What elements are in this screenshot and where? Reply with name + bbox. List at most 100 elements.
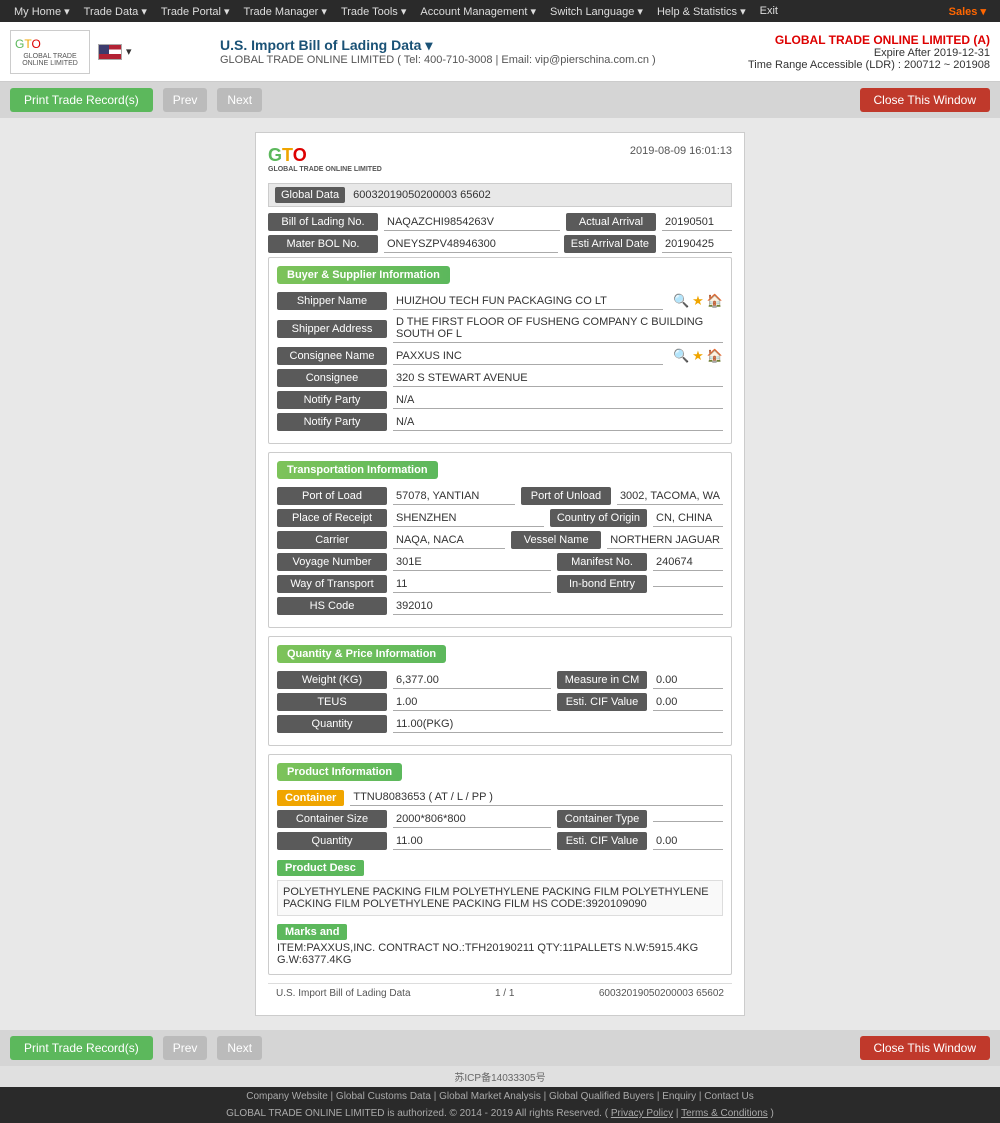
bottom-toolbar: Print Trade Record(s) Prev Next Close Th… <box>0 1030 1000 1066</box>
nav-myhome[interactable]: My Home ▾ <box>8 3 76 20</box>
in-bond-label: In-bond Entry <box>557 575 647 593</box>
consignee-label: Consignee <box>277 369 387 387</box>
shipper-home-icon[interactable]: 🏠 <box>707 293 723 309</box>
product-esti-cif-label: Esti. CIF Value <box>557 832 647 850</box>
close-button-bottom[interactable]: Close This Window <box>860 1036 990 1060</box>
footer-link-contact[interactable]: Contact Us <box>704 1091 753 1102</box>
footer-link-enquiry[interactable]: Enquiry <box>662 1091 696 1102</box>
header-contact: GLOBAL TRADE ONLINE LIMITED ( Tel: 400-7… <box>220 54 748 66</box>
consignee-home-icon[interactable]: 🏠 <box>707 348 723 364</box>
hs-code-label: HS Code <box>277 597 387 615</box>
privacy-link[interactable]: Privacy Policy <box>611 1108 673 1119</box>
prev-button-bottom[interactable]: Prev <box>163 1036 208 1060</box>
consignee-name-row: Consignee Name PAXXUS INC 🔍 ★ 🏠 <box>277 347 723 365</box>
bol-value: NAQAZCHI9854263V <box>384 214 560 231</box>
logo-subtitle: GLOBAL TRADE ONLINE LIMITED <box>15 53 85 67</box>
nav-language[interactable]: Switch Language ▾ <box>544 3 649 20</box>
footer-link-company[interactable]: Company Website <box>246 1091 328 1102</box>
product-title: Product Information <box>277 763 402 781</box>
master-bol-label: Mater BOL No. <box>268 235 378 253</box>
marks-value: ITEM:PAXXUS,INC. CONTRACT NO.:TFH2019021… <box>277 942 723 966</box>
manifest-label: Manifest No. <box>557 553 647 571</box>
vessel-name-label: Vessel Name <box>511 531 601 549</box>
notify-party-1-value: N/A <box>393 392 723 409</box>
top-navigation: My Home ▾ Trade Data ▾ Trade Portal ▾ Tr… <box>0 0 1000 22</box>
print-record-button-top[interactable]: Print Trade Record(s) <box>10 88 153 112</box>
close-button-top[interactable]: Close This Window <box>860 88 990 112</box>
logo-g: G <box>15 37 24 51</box>
shipper-search-icon[interactable]: 🔍 <box>673 293 689 309</box>
vessel-name-value: NORTHERN JAGUAR <box>607 532 723 549</box>
nav-help[interactable]: Help & Statistics ▾ <box>651 3 752 20</box>
footer-link-buyers[interactable]: Global Qualified Buyers <box>549 1091 654 1102</box>
expire-date: Expire After 2019-12-31 <box>748 47 990 59</box>
icp-text: 苏ICP备14033305号 <box>454 1073 545 1084</box>
weight-label: Weight (KG) <box>277 671 387 689</box>
measure-value: 0.00 <box>653 672 723 689</box>
footer-link-customs[interactable]: Global Customs Data <box>336 1091 431 1102</box>
logo-o: O <box>31 37 40 51</box>
carrier-row: Carrier NAQA, NACA Vessel Name NORTHERN … <box>277 531 723 549</box>
teus-row: TEUS 1.00 Esti. CIF Value 0.00 <box>277 693 723 711</box>
way-transport-label: Way of Transport <box>277 575 387 593</box>
product-esti-cif-value: 0.00 <box>653 833 723 850</box>
flag-dropdown[interactable]: ▾ <box>126 45 132 58</box>
prev-button-top[interactable]: Prev <box>163 88 208 112</box>
logo-box: GTO GLOBAL TRADE ONLINE LIMITED <box>10 30 90 74</box>
next-button-top[interactable]: Next <box>217 88 262 112</box>
record-footer: U.S. Import Bill of Lading Data 1 / 1 60… <box>268 983 732 1003</box>
consignee-row: Consignee 320 S STEWART AVENUE <box>277 369 723 387</box>
shipper-address-value: D THE FIRST FLOOR OF FUSHENG COMPANY C B… <box>393 314 723 343</box>
transportation-section: Transportation Information Port of Load … <box>268 452 732 628</box>
container-value: TTNU8083653 ( AT / L / PP ) <box>350 789 723 806</box>
container-size-value: 2000*806*800 <box>393 811 551 828</box>
hs-code-value: 392010 <box>393 598 723 615</box>
nav-sales[interactable]: Sales ▾ <box>943 4 992 20</box>
nav-trademanager[interactable]: Trade Manager ▾ <box>238 3 333 20</box>
header-info: U.S. Import Bill of Lading Data ▾ GLOBAL… <box>210 37 748 66</box>
port-load-row: Port of Load 57078, YANTIAN Port of Unlo… <box>277 487 723 505</box>
shipper-icons: 🔍 ★ 🏠 <box>673 293 723 309</box>
print-record-button-bottom[interactable]: Print Trade Record(s) <box>10 1036 153 1060</box>
port-load-label: Port of Load <box>277 487 387 505</box>
country-origin-label: Country of Origin <box>550 509 647 527</box>
next-button-bottom[interactable]: Next <box>217 1036 262 1060</box>
voyage-value: 301E <box>393 554 551 571</box>
voyage-label: Voyage Number <box>277 553 387 571</box>
way-transport-value: 11 <box>393 576 551 593</box>
product-desc-value: POLYETHYLENE PACKING FILM POLYETHYLENE P… <box>277 880 723 916</box>
esti-arrival-label: Esti Arrival Date <box>564 235 656 253</box>
record-footer-right: 60032019050200003 65602 <box>599 988 724 999</box>
nav-accountmgmt[interactable]: Account Management ▾ <box>414 3 542 20</box>
transportation-title: Transportation Information <box>277 461 438 479</box>
top-toolbar: Print Trade Record(s) Prev Next Close Th… <box>0 82 1000 118</box>
quantity-price-section: Quantity & Price Information Weight (KG)… <box>268 636 732 746</box>
place-receipt-label: Place of Receipt <box>277 509 387 527</box>
container-row: Container TTNU8083653 ( AT / L / PP ) <box>277 789 723 806</box>
hs-code-row: HS Code 392010 <box>277 597 723 615</box>
terms-link[interactable]: Terms & Conditions <box>681 1108 768 1119</box>
consignee-search-icon[interactable]: 🔍 <box>673 348 689 364</box>
notify-party-2-row: Notify Party N/A <box>277 413 723 431</box>
nav-tradetools[interactable]: Trade Tools ▾ <box>335 3 412 20</box>
master-bol-value: ONEYSZPV48946300 <box>384 236 558 253</box>
card-datetime: 2019-08-09 16:01:13 <box>630 145 732 157</box>
buyer-supplier-section: Buyer & Supplier Information Shipper Nam… <box>268 257 732 444</box>
product-qty-row: Quantity 11.00 Esti. CIF Value 0.00 <box>277 832 723 850</box>
shipper-star-icon[interactable]: ★ <box>692 293 704 309</box>
port-load-value: 57078, YANTIAN <box>393 488 515 505</box>
product-section: Product Information Container TTNU808365… <box>268 754 732 975</box>
nav-tradedata[interactable]: Trade Data ▾ <box>78 3 153 20</box>
nav-exit[interactable]: Exit <box>754 3 784 20</box>
qty-row: Quantity 11.00(PKG) <box>277 715 723 733</box>
container-type-label: Container Type <box>557 810 647 828</box>
consignee-star-icon[interactable]: ★ <box>692 348 704 364</box>
footer-link-market[interactable]: Global Market Analysis <box>439 1091 541 1102</box>
footer-legal-text: GLOBAL TRADE ONLINE LIMITED is authorize… <box>226 1108 774 1119</box>
icp-bar: 苏ICP备14033305号 <box>0 1066 1000 1087</box>
marks-badge: Marks and <box>277 924 347 940</box>
company-name: GLOBAL TRADE ONLINE LIMITED (A) <box>748 33 990 47</box>
qty-label: Quantity <box>277 715 387 733</box>
weight-row: Weight (KG) 6,377.00 Measure in CM 0.00 <box>277 671 723 689</box>
nav-tradeportal[interactable]: Trade Portal ▾ <box>155 3 236 20</box>
